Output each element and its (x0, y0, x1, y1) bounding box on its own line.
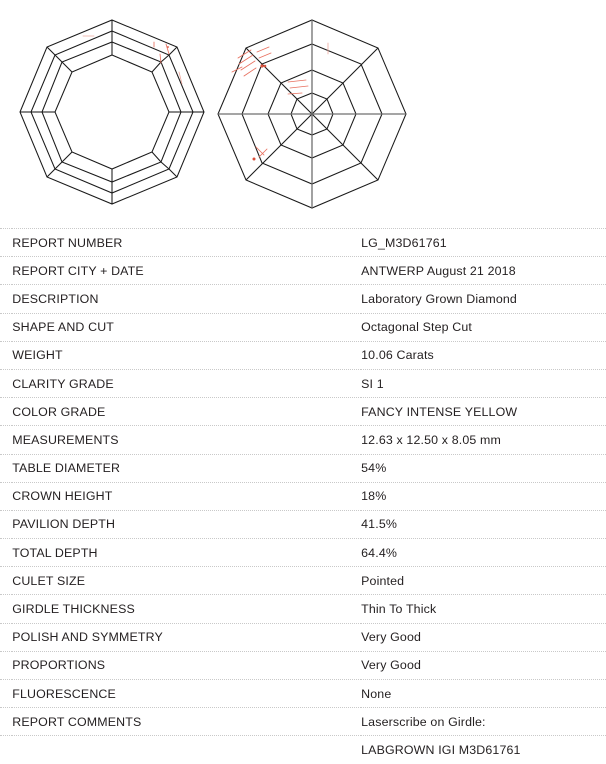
row-label: POLISH AND SYMMETRY (12, 630, 163, 645)
row-label: SHAPE AND CUT (12, 320, 115, 335)
row-value: 18% (361, 489, 387, 504)
row-spacer (0, 341, 12, 369)
row-spacer (0, 510, 12, 538)
row-label: GIRDLE THICKNESS (12, 602, 135, 617)
row-label: COLOR GRADE (12, 404, 106, 419)
row-value: Octagonal Step Cut (361, 320, 472, 335)
row-spacer (0, 623, 12, 651)
crown-facet-outline (19, 19, 205, 205)
row-label: REPORT NUMBER (12, 235, 123, 250)
row-spacer (0, 313, 12, 341)
row-spacer (0, 595, 12, 623)
row-value: Laserscribe on Girdle: (361, 714, 486, 729)
table-row: POLISH AND SYMMETRY Very Good (0, 623, 606, 651)
row-spacer (0, 651, 12, 679)
row-value: 41.5% (361, 517, 398, 532)
table-row: PROPORTIONS Very Good (0, 651, 606, 679)
row-spacer (0, 736, 12, 764)
row-label: TOTAL DEPTH (12, 545, 98, 560)
report-details-table: REPORT NUMBER LG_M3D61761 REPORT CITY + … (0, 228, 606, 764)
row-label: PROPORTIONS (12, 658, 106, 673)
row-spacer (0, 398, 12, 426)
row-label: DESCRIPTION (12, 291, 99, 306)
row-spacer (0, 680, 12, 708)
row-value: None (361, 686, 392, 701)
row-spacer (0, 454, 12, 482)
diagram-area (0, 0, 606, 228)
row-spacer (0, 426, 12, 454)
table-row: CROWN HEIGHT 18% (0, 482, 606, 510)
table-row: DESCRIPTION Laboratory Grown Diamond (0, 284, 606, 313)
row-value: LG_M3D61761 (361, 235, 447, 250)
table-row: CULET SIZE Pointed (0, 566, 606, 595)
row-label: TABLE DIAMETER (12, 461, 121, 476)
row-value: 54% (361, 461, 387, 476)
row-value: Very Good (361, 658, 422, 673)
pavilion-view-diagram (217, 19, 407, 209)
table-row: REPORT COMMENTS Laserscribe on Girdle: (0, 707, 606, 736)
row-spacer (0, 567, 12, 595)
row-spacer (0, 257, 12, 285)
table-row: REPORT NUMBER LG_M3D61761 (0, 228, 606, 257)
table-row-continuation: LABGROWN IGI M3D61761 (0, 735, 606, 764)
row-label: FLUORESCENCE (12, 686, 116, 701)
row-value: Very Good (361, 630, 422, 645)
row-value: ANTWERP August 21 2018 (361, 263, 516, 278)
row-label: CROWN HEIGHT (12, 489, 113, 504)
row-value: SI 1 (361, 376, 384, 391)
row-label (12, 736, 361, 764)
row-label: MEASUREMENTS (12, 432, 119, 447)
row-spacer (0, 708, 12, 736)
row-label: PAVILION DEPTH (12, 517, 116, 532)
table-row: MEASUREMENTS 12.63 x 12.50 x 8.05 mm (0, 425, 606, 454)
row-spacer (0, 482, 12, 510)
report-table-body: REPORT NUMBER LG_M3D61761 REPORT CITY + … (0, 228, 606, 764)
row-value: Thin To Thick (361, 602, 437, 617)
row-label: CULET SIZE (12, 573, 86, 588)
row-value: LABGROWN IGI M3D61761 (361, 742, 521, 757)
table-row: REPORT CITY + DATE ANTWERP August 21 201… (0, 256, 606, 285)
row-spacer (0, 369, 12, 397)
row-spacer (0, 285, 12, 313)
table-row: PAVILION DEPTH 41.5% (0, 510, 606, 538)
table-row: TABLE DIAMETER 54% (0, 454, 606, 482)
row-label: WEIGHT (12, 348, 63, 363)
row-spacer (0, 229, 12, 257)
row-label: REPORT CITY + DATE (12, 263, 144, 278)
table-row: GIRDLE THICKNESS Thin To Thick (0, 594, 606, 623)
row-spacer (0, 539, 12, 567)
row-value: Pointed (361, 573, 405, 588)
row-label: REPORT COMMENTS (12, 714, 142, 729)
row-value: 12.63 x 12.50 x 8.05 mm (361, 432, 501, 447)
row-value: 10.06 Carats (361, 348, 434, 363)
table-row: FLUORESCENCE None (0, 679, 606, 708)
table-row: COLOR GRADE FANCY INTENSE YELLOW (0, 397, 606, 426)
table-row: TOTAL DEPTH 64.4% (0, 538, 606, 567)
table-row: WEIGHT 10.06 Carats (0, 341, 606, 369)
table-row: CLARITY GRADE SI 1 (0, 369, 606, 397)
row-value: FANCY INTENSE YELLOW (361, 404, 518, 419)
row-label: CLARITY GRADE (12, 376, 114, 391)
row-value: 64.4% (361, 545, 398, 560)
row-value: Laboratory Grown Diamond (361, 291, 517, 306)
crown-view-diagram (19, 19, 205, 205)
diamond-report-page: REPORT NUMBER LG_M3D61761 REPORT CITY + … (0, 0, 606, 757)
table-row: SHAPE AND CUT Octagonal Step Cut (0, 313, 606, 341)
